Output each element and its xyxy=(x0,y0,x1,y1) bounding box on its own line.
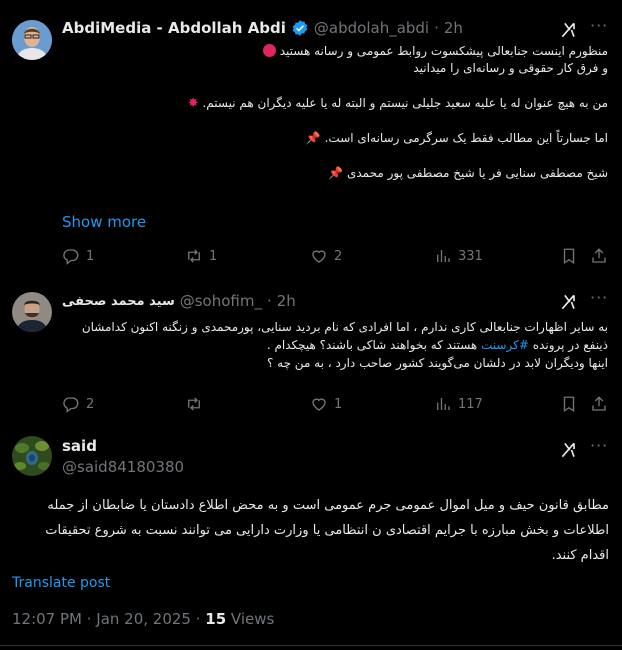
post-time[interactable]: 2h xyxy=(277,292,296,310)
pushpin-emoji: 📌 xyxy=(328,166,344,180)
post-text: منظورم اینست جنابعالی پیشکسوت روابط عموم… xyxy=(187,44,608,180)
reply-icon xyxy=(62,247,80,265)
display-name[interactable]: AbdiMedia - Abdollah Abdi xyxy=(62,19,286,37)
share-icon xyxy=(590,247,608,265)
more-icon[interactable]: ··· xyxy=(590,16,608,35)
post-text: به سایر اظهارات جنابعالی کاری ندارم ، ام… xyxy=(81,320,608,370)
verified-badge-icon xyxy=(292,20,308,36)
post-header: سید محمد صحفی @sohofim_ · 2h xyxy=(62,292,296,310)
like-button[interactable]: 2 xyxy=(310,247,342,265)
reply-button[interactable]: 1 xyxy=(62,247,94,265)
show-more-link[interactable]: Show more xyxy=(62,213,146,231)
post-text: مطابق قانون حیف و میل اموال عمومی جرم عم… xyxy=(45,498,609,563)
share-button[interactable] xyxy=(590,395,608,413)
display-name[interactable]: سید محمد صحفی xyxy=(62,294,175,309)
post-header: said @said84180380 xyxy=(62,437,184,476)
more-icon[interactable]: ··· xyxy=(590,288,608,307)
post-timestamp: 12:07 PM · Jan 20, 2025 · 15 Views xyxy=(12,610,274,628)
bookmark-button[interactable] xyxy=(560,247,578,265)
pushpin-emoji: 📌 xyxy=(305,131,321,145)
divider xyxy=(0,645,622,646)
bookmark-icon xyxy=(560,395,578,413)
avatar[interactable] xyxy=(12,292,52,332)
grok-icon[interactable] xyxy=(559,292,579,316)
display-name[interactable]: said xyxy=(62,437,184,455)
anger-emoji: ✸ xyxy=(187,96,199,111)
timestamp-text[interactable]: 12:07 PM · Jan 20, 2025 · xyxy=(12,610,205,628)
like-icon xyxy=(310,395,328,413)
share-icon xyxy=(590,395,608,413)
views-icon xyxy=(434,395,452,413)
post-header: AbdiMedia - Abdollah Abdi @abdolah_abdi … xyxy=(62,19,463,37)
repost-icon xyxy=(185,247,203,265)
post-time[interactable]: 2h xyxy=(444,19,463,37)
handle[interactable]: @sohofim_ xyxy=(180,292,262,310)
share-button[interactable] xyxy=(590,247,608,265)
red-circle-emoji xyxy=(262,44,276,57)
grok-icon[interactable] xyxy=(559,440,579,464)
repost-icon xyxy=(185,395,203,413)
separator: · xyxy=(434,19,439,37)
translate-post-link[interactable]: Translate post xyxy=(12,575,110,591)
views-label: Views xyxy=(226,610,275,628)
reply-icon xyxy=(62,395,80,413)
repost-button[interactable]: 1 xyxy=(185,247,217,265)
handle[interactable]: @said84180380 xyxy=(62,458,184,476)
bookmark-icon xyxy=(560,247,578,265)
more-icon[interactable]: ··· xyxy=(590,436,608,455)
like-button[interactable]: 1 xyxy=(310,395,342,413)
views-icon xyxy=(434,247,452,265)
bookmark-button[interactable] xyxy=(560,395,578,413)
avatar[interactable] xyxy=(12,436,52,476)
views-button[interactable]: 117 xyxy=(434,395,483,413)
views-count: 15 xyxy=(205,610,227,628)
repost-button[interactable] xyxy=(185,395,203,413)
handle[interactable]: @abdolah_abdi xyxy=(314,19,429,37)
avatar[interactable] xyxy=(12,20,52,60)
grok-icon[interactable] xyxy=(559,20,579,44)
views-button[interactable]: 331 xyxy=(434,247,483,265)
reply-button[interactable]: 2 xyxy=(62,395,94,413)
separator: · xyxy=(266,292,272,310)
like-icon xyxy=(310,247,328,265)
hashtag-link[interactable]: #کرسنت xyxy=(481,338,529,352)
